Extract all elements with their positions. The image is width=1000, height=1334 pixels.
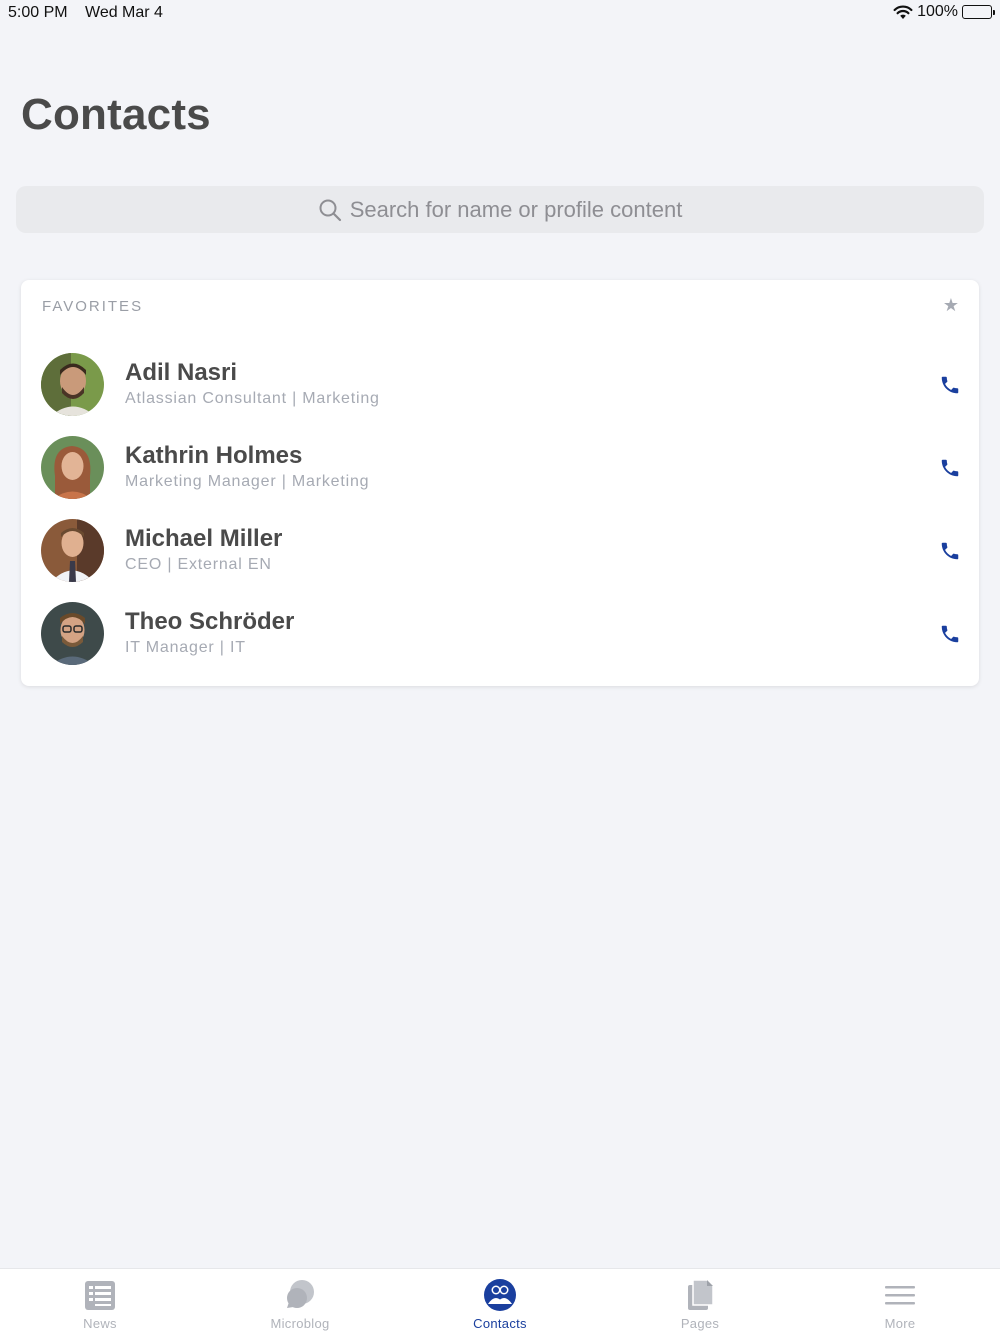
phone-icon[interactable] (939, 374, 961, 396)
tab-label: Pages (680, 1316, 720, 1331)
page-title: Contacts (21, 90, 211, 139)
favorites-header: FAVORITES (42, 298, 144, 315)
contact-name: Theo Schröder (125, 608, 295, 635)
status-time: 5:00 PM (8, 4, 68, 21)
contacts-icon (483, 1278, 517, 1312)
phone-icon[interactable] (939, 457, 961, 479)
status-bar: 5:00 PM Wed Mar 4 100% (0, 0, 1000, 28)
phone-icon[interactable] (939, 540, 961, 562)
battery-percent: 100% (917, 3, 958, 20)
search-icon (318, 198, 342, 222)
phone-icon[interactable] (939, 623, 961, 645)
tab-label: Microblog (270, 1316, 330, 1331)
tab-pages[interactable]: Pages (600, 1269, 800, 1334)
avatar (41, 602, 104, 665)
contact-subtitle: CEO | External EN (125, 556, 272, 573)
tab-more[interactable]: More (800, 1269, 1000, 1334)
star-icon[interactable]: ★ (943, 295, 959, 316)
contact-subtitle: IT Manager | IT (125, 639, 246, 656)
tab-label: News (83, 1316, 117, 1331)
contact-row[interactable]: Michael Miller CEO | External EN (21, 519, 979, 599)
contact-name: Kathrin Holmes (125, 442, 303, 469)
contact-row[interactable]: Adil Nasri Atlassian Consultant | Market… (21, 353, 979, 433)
contacts-screen: 5:00 PM Wed Mar 4 100% Contacts Search f… (0, 0, 1000, 1334)
contact-row[interactable]: Theo Schröder IT Manager | IT (21, 602, 979, 682)
favorites-card: FAVORITES ★ Adil Nasri Atlassian Consult… (21, 280, 979, 686)
tab-label: Contacts (473, 1316, 527, 1331)
contact-name: Adil Nasri (125, 359, 238, 386)
contact-subtitle: Atlassian Consultant | Marketing (125, 390, 380, 407)
contact-subtitle: Marketing Manager | Marketing (125, 473, 370, 490)
tab-label: More (884, 1316, 916, 1331)
news-icon (83, 1278, 117, 1312)
contact-name: Michael Miller (125, 525, 283, 552)
tab-news[interactable]: News (0, 1269, 200, 1334)
tab-bar: News Microblog Contacts Pages More (0, 1268, 1000, 1334)
contact-row[interactable]: Kathrin Holmes Marketing Manager | Marke… (21, 436, 979, 516)
menu-icon (883, 1278, 917, 1312)
pages-icon (683, 1278, 717, 1312)
wifi-icon (893, 5, 913, 20)
battery-icon (962, 5, 995, 19)
search-placeholder: Search for name or profile content (349, 196, 683, 222)
search-input[interactable]: Search for name or profile content (16, 186, 984, 233)
chat-bubble-icon (283, 1278, 317, 1312)
status-indicators: 100% (893, 3, 995, 21)
status-date: Wed Mar 4 (85, 4, 163, 21)
tab-contacts[interactable]: Contacts (400, 1269, 600, 1334)
tab-microblog[interactable]: Microblog (200, 1269, 400, 1334)
avatar (41, 436, 104, 499)
avatar (41, 353, 104, 416)
avatar (41, 519, 104, 582)
